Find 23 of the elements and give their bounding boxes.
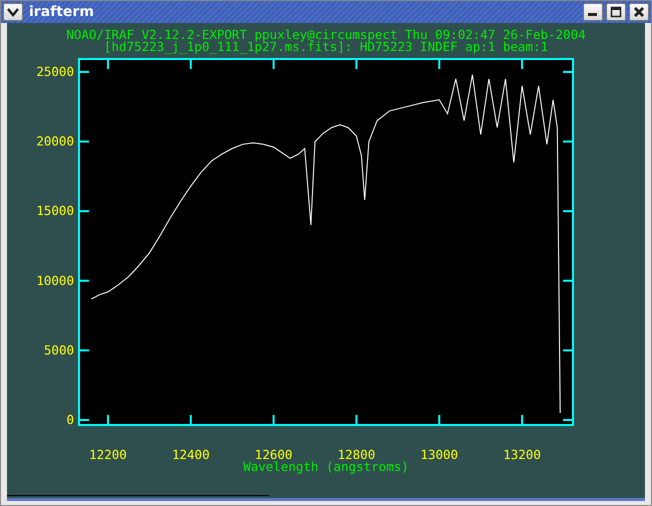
maximize-icon — [610, 6, 622, 18]
y-tick-label: 20000 — [36, 134, 74, 149]
y-tick-label: 0 — [66, 412, 74, 427]
y-tick-label: 5000 — [44, 342, 74, 358]
y-tick-label: 10000 — [36, 272, 74, 288]
x-tick-label: 12400 — [172, 447, 210, 462]
close-icon — [633, 6, 645, 18]
plot-header: [hd75223_j_1p0_111_1p27.ms.fits]: HD75223 INDEF ap:1 beam:1 — [104, 41, 548, 53]
window-title: irafterm — [29, 4, 94, 20]
y-tick-label: 25000 — [36, 64, 74, 79]
close-button[interactable] — [629, 3, 649, 21]
y-tick-label: 15000 — [36, 203, 74, 218]
window-menu-button[interactable] — [3, 3, 23, 21]
plot-header: NOAO/IRAF V2.12.2-EXPORT ppuxley@circumspect Thu 09:02:47 26-Feb-2004 — [66, 29, 586, 41]
x-tick-label: 13200 — [503, 447, 541, 462]
chevron-down-icon — [7, 7, 19, 17]
x-tick-label: 12200 — [89, 447, 127, 462]
x-tick-label: 13000 — [420, 447, 458, 462]
x-tick-label: 12600 — [254, 447, 292, 462]
maximize-button[interactable] — [606, 3, 626, 21]
x-tick-label: 12800 — [338, 447, 376, 462]
x-axis-label: Wavelength (angstroms) — [243, 459, 409, 474]
minimize-button[interactable] — [583, 3, 603, 21]
